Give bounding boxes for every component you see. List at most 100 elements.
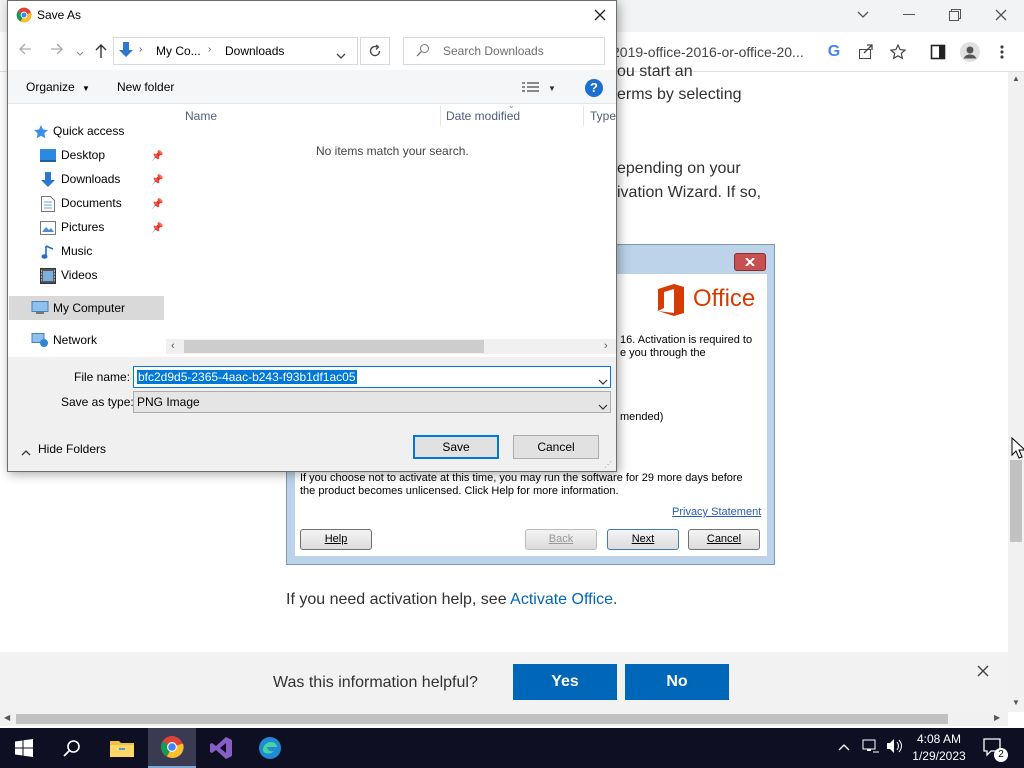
resize-grip-icon[interactable]: ⋰ bbox=[604, 460, 612, 469]
feedback-close-icon[interactable] bbox=[976, 664, 992, 680]
column-type[interactable]: Type bbox=[590, 105, 616, 127]
file-name-input[interactable]: bfc2d9d5-2365-4aac-b243-f93b1df1ac05 bbox=[133, 366, 611, 388]
search-icon[interactable] bbox=[48, 728, 96, 768]
view-chevron-icon[interactable]: ▼ bbox=[548, 84, 556, 93]
file-name-dropdown-icon[interactable] bbox=[598, 374, 608, 388]
visual-studio-icon[interactable] bbox=[197, 728, 245, 768]
search-magnifier-icon bbox=[416, 43, 430, 60]
file-list-scroll-thumb[interactable] bbox=[184, 340, 484, 353]
pin-icon: 📌 bbox=[151, 175, 164, 186]
dialog-close-icon[interactable] bbox=[588, 4, 612, 26]
cancel-button[interactable]: Cancel bbox=[513, 435, 599, 459]
hide-folders-button[interactable]: Hide Folders bbox=[38, 438, 106, 460]
save-as-type-label: Save as type: bbox=[61, 395, 134, 409]
music-icon bbox=[41, 244, 55, 263]
scroll-down-icon[interactable]: ▼ bbox=[1012, 698, 1020, 707]
profile-avatar-icon[interactable] bbox=[956, 38, 984, 66]
scroll-left-icon[interactable]: ‹ bbox=[171, 340, 175, 352]
pin-icon: 📌 bbox=[151, 199, 164, 210]
documents-icon bbox=[41, 196, 55, 215]
up-arrow-icon[interactable] bbox=[94, 43, 108, 62]
nav-item-pictures[interactable]: Pictures bbox=[61, 216, 104, 238]
side-panel-icon[interactable] bbox=[924, 38, 952, 66]
vertical-scroll-thumb[interactable] bbox=[1010, 460, 1022, 542]
clock-time: 4:08 AM bbox=[916, 732, 962, 746]
nav-item-desktop[interactable]: Desktop bbox=[61, 144, 105, 166]
breadcrumb-my-computer[interactable]: My Co... bbox=[156, 40, 201, 62]
new-folder-button[interactable]: New folder bbox=[117, 76, 174, 98]
bookmark-star-icon[interactable] bbox=[884, 38, 912, 66]
wizard-next-button: Next bbox=[607, 529, 679, 550]
feedback-yes-button[interactable]: Yes bbox=[513, 664, 617, 700]
refresh-icon[interactable] bbox=[360, 37, 390, 65]
nav-item-videos[interactable]: Videos bbox=[61, 264, 97, 286]
nav-item-documents[interactable]: Documents bbox=[61, 192, 122, 214]
volume-tray-icon[interactable] bbox=[886, 738, 904, 757]
pictures-icon bbox=[40, 221, 56, 238]
activation-help-text: If you need activation help, see Activat… bbox=[286, 588, 617, 612]
hide-folders-chevron-icon[interactable] bbox=[21, 445, 31, 459]
google-icon[interactable]: G bbox=[820, 38, 848, 66]
file-explorer-icon[interactable] bbox=[98, 728, 146, 768]
horizontal-scroll-thumb[interactable] bbox=[16, 714, 948, 724]
wizard-back-button: Back bbox=[525, 529, 597, 550]
downloads-icon bbox=[40, 172, 56, 191]
file-name-label: File name: bbox=[74, 370, 131, 384]
network-tray-icon[interactable] bbox=[862, 738, 880, 757]
save-type-dropdown-icon[interactable] bbox=[598, 399, 608, 413]
nav-item-music[interactable]: Music bbox=[61, 240, 92, 262]
share-icon[interactable] bbox=[852, 38, 880, 66]
minimize-button[interactable] bbox=[886, 0, 932, 30]
column-header-row bbox=[164, 104, 616, 128]
vertical-scrollbar[interactable] bbox=[1008, 72, 1024, 712]
chrome-app-icon bbox=[16, 7, 32, 26]
scroll-up-icon[interactable]: ▲ bbox=[1012, 74, 1020, 83]
organize-label: Organize bbox=[26, 80, 75, 94]
chrome-icon[interactable] bbox=[148, 728, 196, 768]
search-placeholder: Search Downloads bbox=[443, 44, 544, 58]
tray-chevron-up-icon[interactable] bbox=[838, 740, 850, 754]
pin-icon: 📌 bbox=[151, 151, 164, 162]
feedback-bar bbox=[0, 652, 1008, 712]
privacy-statement-link: Privacy Statement bbox=[672, 506, 762, 518]
windows-start-icon[interactable] bbox=[0, 728, 48, 768]
breadcrumb-separator-icon: › bbox=[208, 44, 212, 55]
edge-icon[interactable] bbox=[246, 728, 294, 768]
organize-menu[interactable]: Organize ▼ bbox=[26, 76, 90, 100]
activate-office-link[interactable]: Activate Office bbox=[510, 591, 613, 608]
recent-locations-chevron-icon[interactable] bbox=[76, 46, 84, 60]
article-text-line: ivation Wizard. If so, bbox=[617, 184, 762, 201]
tab-search-chevron-icon[interactable] bbox=[840, 0, 886, 30]
clock[interactable]: 4:08 AM 1/29/2023 bbox=[910, 731, 968, 765]
help-icon[interactable]: ? bbox=[585, 79, 603, 97]
view-options-icon[interactable] bbox=[522, 81, 540, 96]
article-text-line: ou start an bbox=[617, 63, 693, 80]
breadcrumb-dropdown-icon[interactable] bbox=[336, 48, 346, 62]
empty-state-message: No items match your search. bbox=[316, 144, 469, 158]
article-text-line: erms by selecting bbox=[617, 86, 742, 103]
nav-my-computer[interactable]: My Computer bbox=[53, 297, 125, 319]
office-logo-icon bbox=[656, 283, 688, 317]
column-name[interactable]: Name bbox=[185, 105, 217, 127]
scroll-right-icon[interactable]: ▶ bbox=[994, 713, 1000, 722]
nav-quick-access[interactable]: Quick access bbox=[53, 120, 124, 142]
menu-kebab-icon[interactable] bbox=[988, 38, 1016, 66]
close-window-button[interactable] bbox=[978, 0, 1024, 30]
feedback-question: Was this information helpful? bbox=[273, 674, 478, 691]
forward-arrow-icon[interactable] bbox=[50, 42, 64, 59]
notification-count-badge: 2 bbox=[994, 748, 1008, 762]
scroll-left-icon[interactable]: ◀ bbox=[4, 713, 10, 722]
save-button[interactable]: Save bbox=[413, 435, 499, 459]
back-arrow-icon[interactable] bbox=[18, 42, 32, 59]
scroll-right-icon[interactable]: › bbox=[604, 340, 608, 352]
breadcrumb-downloads[interactable]: Downloads bbox=[225, 40, 284, 62]
dialog-title: Save As bbox=[37, 8, 82, 22]
nav-network[interactable]: Network bbox=[53, 329, 97, 351]
breadcrumb-separator-icon: › bbox=[139, 44, 143, 55]
feedback-no-button[interactable]: No bbox=[625, 664, 729, 700]
wizard-text: 16. Activation is required to bbox=[620, 334, 753, 346]
save-as-type-select[interactable]: PNG Image bbox=[133, 391, 611, 413]
organize-chevron-icon: ▼ bbox=[82, 84, 90, 93]
restore-button[interactable] bbox=[932, 0, 978, 30]
nav-item-downloads[interactable]: Downloads bbox=[61, 168, 120, 190]
